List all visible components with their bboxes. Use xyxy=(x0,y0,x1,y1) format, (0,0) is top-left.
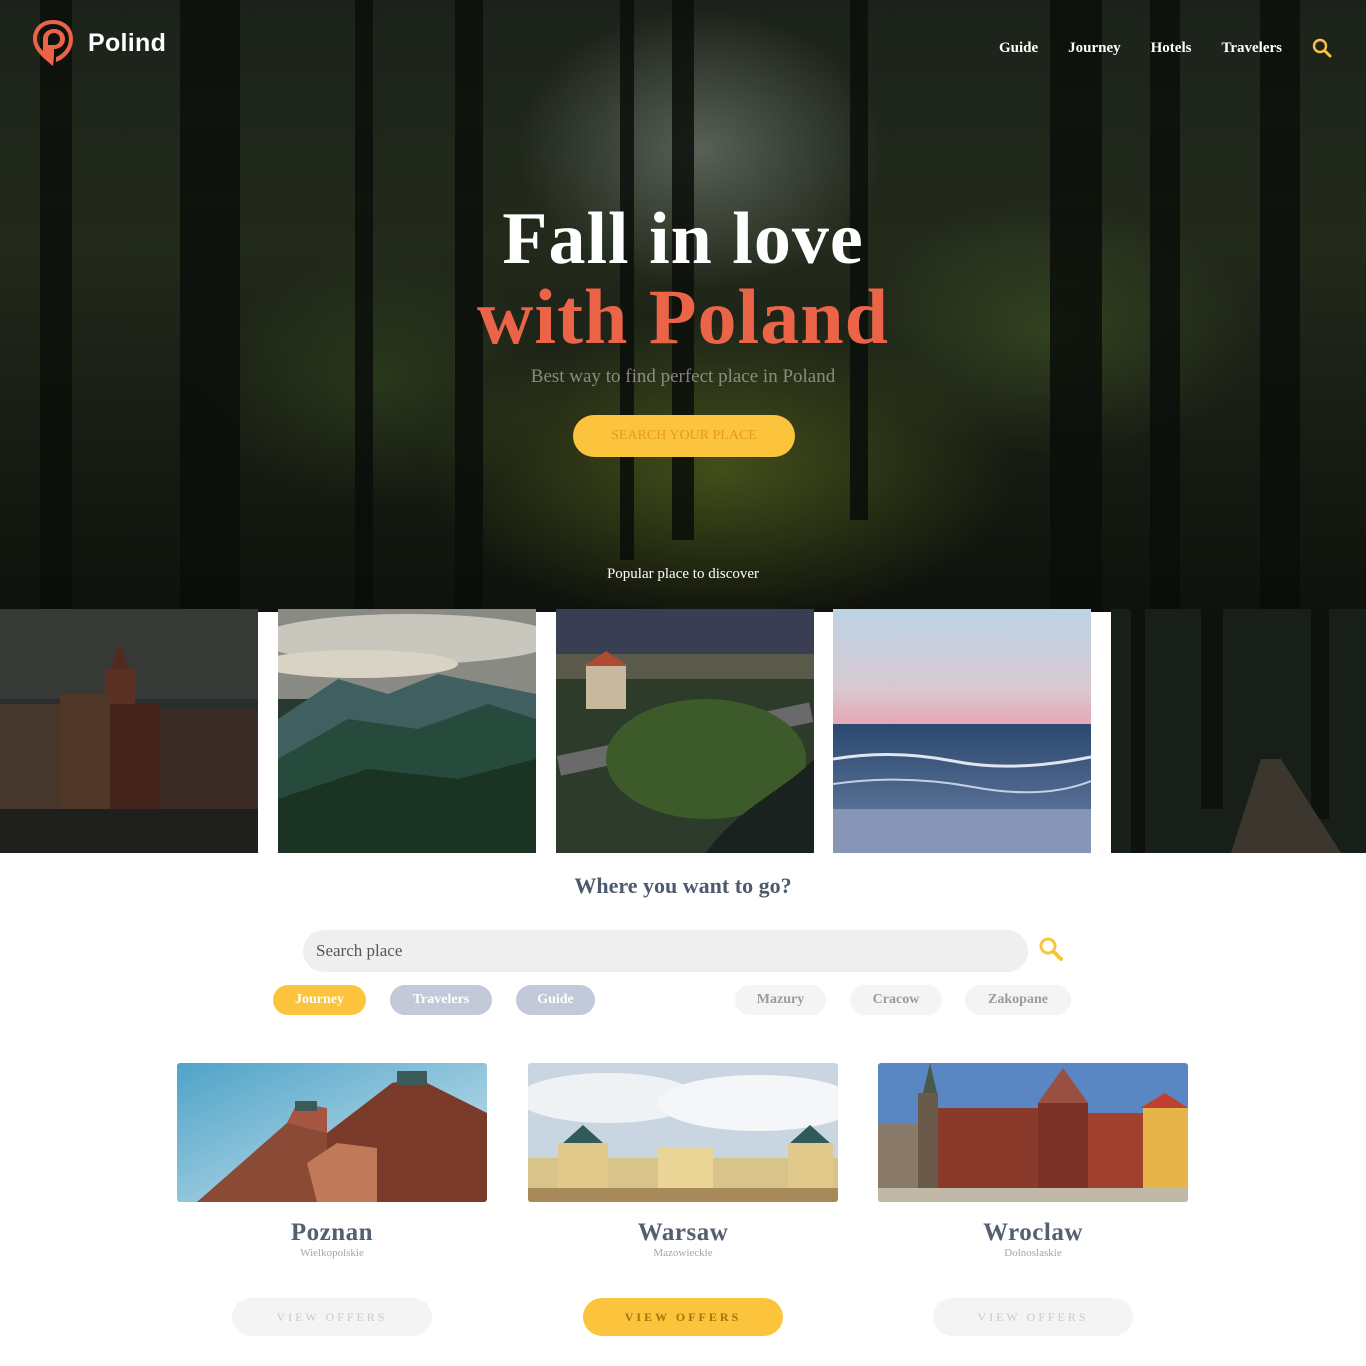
wroclaw-photo[interactable] xyxy=(878,1063,1188,1202)
popular-gallery xyxy=(0,609,1366,853)
popular-label: Popular place to discover xyxy=(606,566,760,582)
city-card-warsaw: Warsaw Mazowieckie VIEW OFFERS xyxy=(528,1063,838,1336)
view-offers-button[interactable]: VIEW OFFERS xyxy=(232,1298,432,1336)
city-card-poznan: Poznan Wielkopolskie VIEW OFFERS xyxy=(177,1063,487,1336)
main-nav: Guide Journey Hotels Travelers xyxy=(969,38,1332,58)
where-to-go-heading: Where you want to go? xyxy=(574,873,792,898)
brand-logo[interactable]: Polind xyxy=(30,18,166,68)
search-your-place-button[interactable]: SEARCH YOUR PLACE xyxy=(573,415,795,457)
search-place-input[interactable] xyxy=(303,930,1028,972)
castle-river-photo[interactable] xyxy=(556,609,814,853)
pin-logo-icon xyxy=(33,20,73,66)
search-icon[interactable] xyxy=(1312,38,1332,58)
forest-path-photo[interactable] xyxy=(1111,609,1366,853)
warsaw-photo[interactable] xyxy=(528,1063,838,1202)
nav-guide[interactable]: Guide xyxy=(999,40,1038,57)
city-region: Mazowieckie xyxy=(653,1247,713,1259)
filter-guide[interactable]: Guide xyxy=(516,985,595,1015)
view-offers-button[interactable]: VIEW OFFERS xyxy=(933,1298,1133,1336)
view-offers-button[interactable]: VIEW OFFERS xyxy=(583,1298,783,1336)
city-region: Wielkopolskie xyxy=(300,1247,364,1259)
city-card-wroclaw: Wroclaw Dolnoslaskie VIEW OFFERS xyxy=(878,1063,1188,1336)
nav-travelers[interactable]: Travelers xyxy=(1221,40,1282,57)
sea-photo[interactable] xyxy=(833,609,1091,853)
hero-title-line1: Fall in love xyxy=(502,198,864,280)
city-name: Wroclaw xyxy=(983,1219,1083,1246)
nav-hotels[interactable]: Hotels xyxy=(1151,40,1192,57)
place-cracow[interactable]: Cracow xyxy=(850,985,942,1015)
nav-journey[interactable]: Journey xyxy=(1068,40,1121,57)
hero-subtitle: Best way to find perfect place in Poland xyxy=(530,366,836,387)
city-name: Poznan xyxy=(290,1219,374,1246)
place-mazury[interactable]: Mazury xyxy=(735,985,826,1015)
search-place-icon[interactable] xyxy=(1038,936,1064,962)
poznan-photo[interactable] xyxy=(177,1063,487,1202)
old-town-photo[interactable] xyxy=(0,609,258,853)
mountains-photo[interactable] xyxy=(278,609,536,853)
filter-travelers[interactable]: Travelers xyxy=(390,985,492,1015)
hero-title-line2: with Poland xyxy=(477,273,889,360)
brand-name: Polind xyxy=(88,28,167,57)
hero-section: Polind Guide Journey Hotels Travelers Fa… xyxy=(0,0,1366,612)
place-zakopane[interactable]: Zakopane xyxy=(965,985,1071,1015)
filter-journey[interactable]: Journey xyxy=(273,985,366,1015)
city-name: Warsaw xyxy=(637,1219,729,1246)
city-region: Dolnoslaskie xyxy=(1004,1247,1062,1259)
